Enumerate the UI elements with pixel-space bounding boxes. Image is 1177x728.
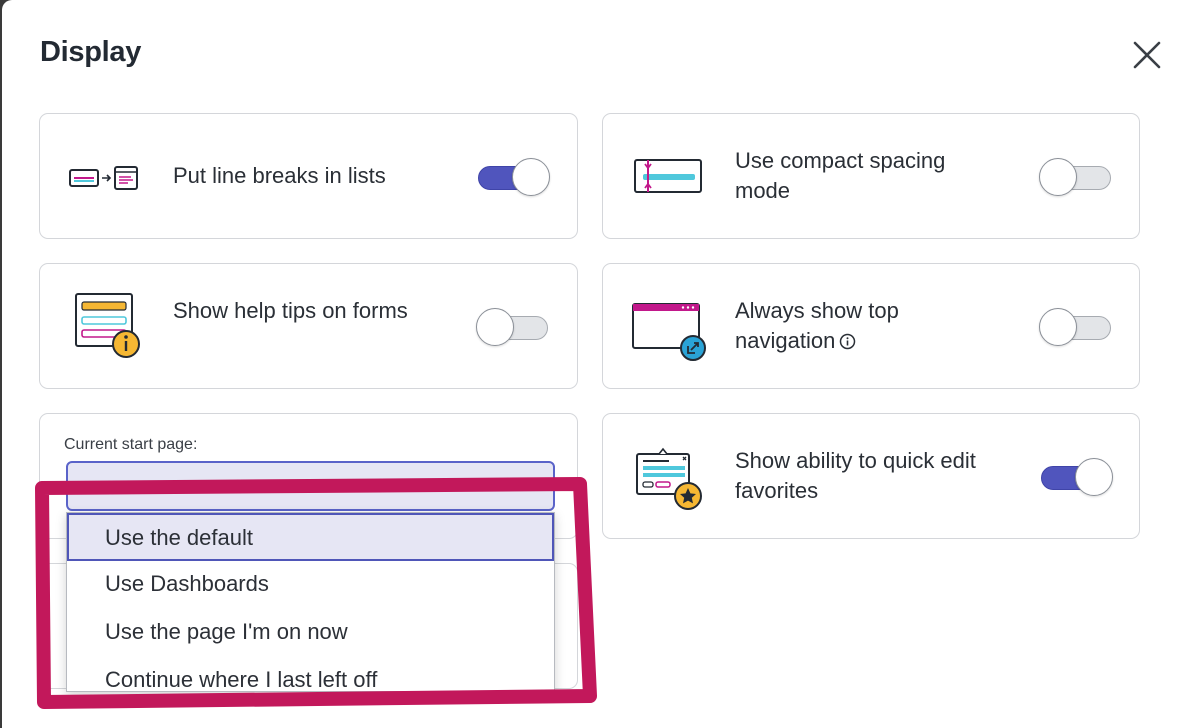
dropdown-option-current-page[interactable]: Use the page I'm on now [67, 609, 554, 657]
line-breaks-toggle[interactable] [476, 156, 550, 196]
compact-spacing-illustration [633, 156, 705, 201]
setting-label: Always show top navigation [735, 296, 985, 358]
help-tips-illustration [74, 292, 146, 367]
setting-label: Put line breaks in lists [173, 163, 386, 188]
help-tips-toggle[interactable] [476, 306, 550, 346]
quick-edit-favorites-toggle[interactable] [1039, 456, 1113, 496]
setting-card-compact-spacing: Use compact spacing mode [602, 113, 1140, 239]
info-icon[interactable] [839, 328, 856, 358]
dropdown-option-default[interactable]: Use the default [67, 513, 554, 561]
display-dialog: Display Put line breaks in lists Use com… [2, 0, 1177, 728]
setting-label: Show ability to quick edit favorites [735, 448, 976, 503]
dialog-title: Display [40, 36, 142, 68]
dropdown-option-dashboards[interactable]: Use Dashboards [67, 561, 554, 609]
start-page-dropdown: Use the default Use Dashboards Use the p… [66, 512, 555, 692]
start-page-label: Current start page: [64, 436, 198, 453]
setting-label-text: Always show top navigation [735, 298, 899, 353]
setting-label: Show help tips on forms [173, 298, 408, 323]
quick-edit-favorites-illustration [635, 446, 711, 517]
setting-card-quick-edit-favorites: Show ability to quick edit favorites [602, 413, 1140, 539]
start-page-select[interactable] [66, 461, 555, 511]
top-navigation-toggle[interactable] [1039, 306, 1113, 346]
chevron-down-icon [521, 483, 533, 491]
close-icon [1133, 41, 1161, 69]
top-navigation-illustration [631, 300, 711, 369]
setting-card-help-tips: Show help tips on forms [39, 263, 578, 389]
setting-label: Use compact spacing mode [735, 148, 946, 203]
setting-card-top-navigation: Always show top navigation [602, 263, 1140, 389]
close-button[interactable] [1130, 38, 1164, 72]
compact-spacing-toggle[interactable] [1039, 156, 1113, 196]
setting-card-line-breaks: Put line breaks in lists [39, 113, 578, 239]
line-breaks-illustration [68, 162, 142, 199]
dropdown-option-last-left-off[interactable]: Continue where I last left off [67, 657, 554, 691]
